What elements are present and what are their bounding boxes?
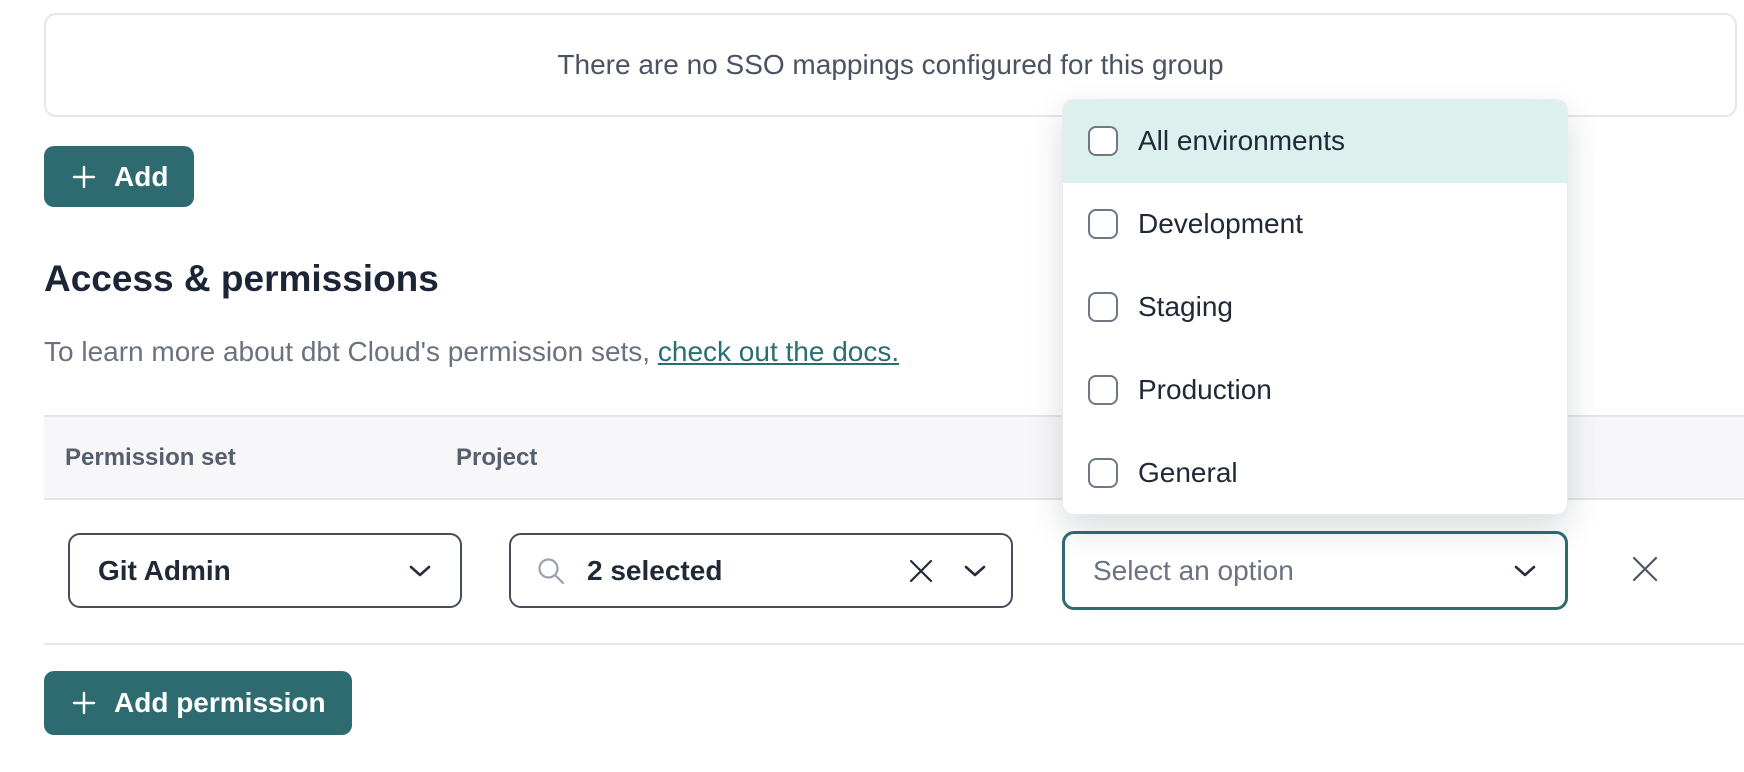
permission-set-select[interactable]: Git Admin — [68, 533, 462, 608]
permissions-description: To learn more about dbt Cloud's permissi… — [44, 336, 899, 368]
remove-row-button[interactable] — [1620, 545, 1670, 595]
environment-select[interactable]: Select an option — [1062, 531, 1568, 610]
chevron-down-icon — [963, 564, 987, 578]
option-label: General — [1138, 457, 1238, 489]
add-button[interactable]: Add — [44, 146, 194, 207]
checkbox[interactable] — [1088, 209, 1118, 239]
option-label: Staging — [1138, 291, 1233, 323]
checkbox[interactable] — [1088, 375, 1118, 405]
option-label: All environments — [1138, 125, 1345, 157]
environment-dropdown-menu: All environments Development Staging Pro… — [1062, 99, 1568, 515]
option-label: Development — [1138, 208, 1303, 240]
close-icon — [1630, 554, 1660, 587]
dropdown-option-staging[interactable]: Staging — [1063, 266, 1567, 349]
add-permission-button-label: Add permission — [114, 687, 326, 719]
add-button-label: Add — [114, 161, 168, 193]
checkbox[interactable] — [1088, 458, 1118, 488]
header-permission-set: Permission set — [65, 417, 236, 498]
dropdown-option-development[interactable]: Development — [1063, 183, 1567, 266]
option-label: Production — [1138, 374, 1272, 406]
dropdown-option-general[interactable]: General — [1063, 431, 1567, 514]
row-divider — [44, 643, 1744, 645]
add-permission-button[interactable]: Add permission — [44, 671, 352, 735]
project-multiselect[interactable]: 2 selected — [509, 533, 1013, 608]
search-icon — [535, 555, 567, 587]
group-settings-page: There are no SSO mappings configured for… — [0, 0, 1744, 772]
sso-empty-message: There are no SSO mappings configured for… — [557, 49, 1223, 81]
header-project: Project — [456, 417, 537, 498]
page-title: Access & permissions — [44, 258, 439, 300]
permission-set-value: Git Admin — [98, 555, 231, 587]
chevron-down-icon — [1513, 564, 1537, 578]
docs-link[interactable]: check out the docs. — [658, 336, 899, 367]
plus-icon — [70, 163, 98, 191]
dropdown-option-production[interactable]: Production — [1063, 348, 1567, 431]
checkbox[interactable] — [1088, 126, 1118, 156]
dropdown-option-all-environments[interactable]: All environments — [1063, 100, 1567, 183]
chevron-down-icon — [408, 564, 432, 578]
checkbox[interactable] — [1088, 292, 1118, 322]
environment-select-placeholder: Select an option — [1093, 555, 1294, 587]
project-multiselect-value: 2 selected — [587, 555, 722, 587]
plus-icon — [70, 689, 98, 717]
permissions-description-text: To learn more about dbt Cloud's permissi… — [44, 336, 658, 367]
clear-selection-icon[interactable] — [907, 557, 935, 585]
